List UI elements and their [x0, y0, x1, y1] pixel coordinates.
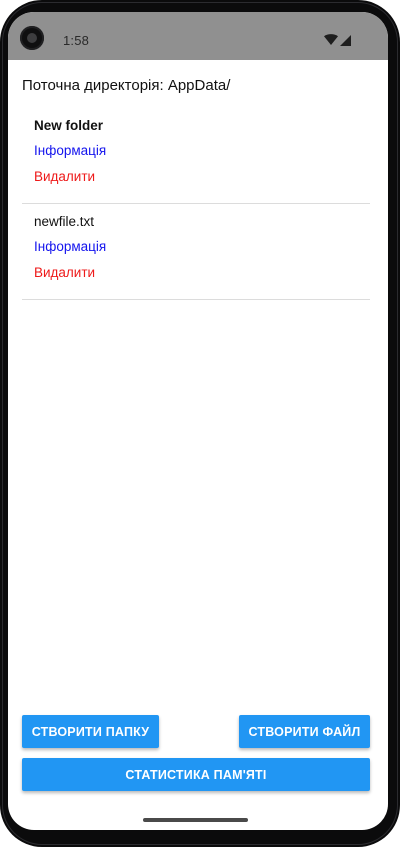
- memory-stats-button[interactable]: Статистика пам'яті: [22, 758, 370, 791]
- list-item-file[interactable]: newfile.txt Інформація Видалити: [22, 204, 370, 300]
- cellular-signal-icon: [340, 35, 351, 46]
- home-indicator[interactable]: [143, 818, 248, 822]
- phone-screen: 1:58 Поточна директорія: AppData/ New fo…: [8, 12, 388, 830]
- create-file-button[interactable]: Створити файл: [239, 715, 370, 748]
- main-content: Поточна директорія: AppData/ New folder …: [8, 60, 388, 830]
- list-item-folder[interactable]: New folder Інформація Видалити: [22, 108, 370, 204]
- phone-frame: 1:58 Поточна директорія: AppData/ New fo…: [0, 0, 400, 847]
- info-link[interactable]: Інформація: [34, 239, 106, 254]
- info-link[interactable]: Інформація: [34, 143, 106, 158]
- file-list: New folder Інформація Видалити newfile.t…: [22, 108, 370, 300]
- status-bar: 1:58: [8, 12, 388, 60]
- system-icons: [324, 34, 351, 46]
- item-name[interactable]: newfile.txt: [34, 214, 94, 229]
- item-name[interactable]: New folder: [34, 118, 103, 133]
- wifi-icon: [324, 34, 338, 45]
- create-folder-button[interactable]: Створити папку: [22, 715, 159, 748]
- status-time: 1:58: [63, 33, 90, 48]
- current-directory-title: Поточна директорія: AppData/: [22, 77, 231, 94]
- camera-lens: [27, 33, 37, 43]
- delete-link[interactable]: Видалити: [34, 265, 95, 280]
- front-camera: [20, 26, 44, 50]
- delete-link[interactable]: Видалити: [34, 169, 95, 184]
